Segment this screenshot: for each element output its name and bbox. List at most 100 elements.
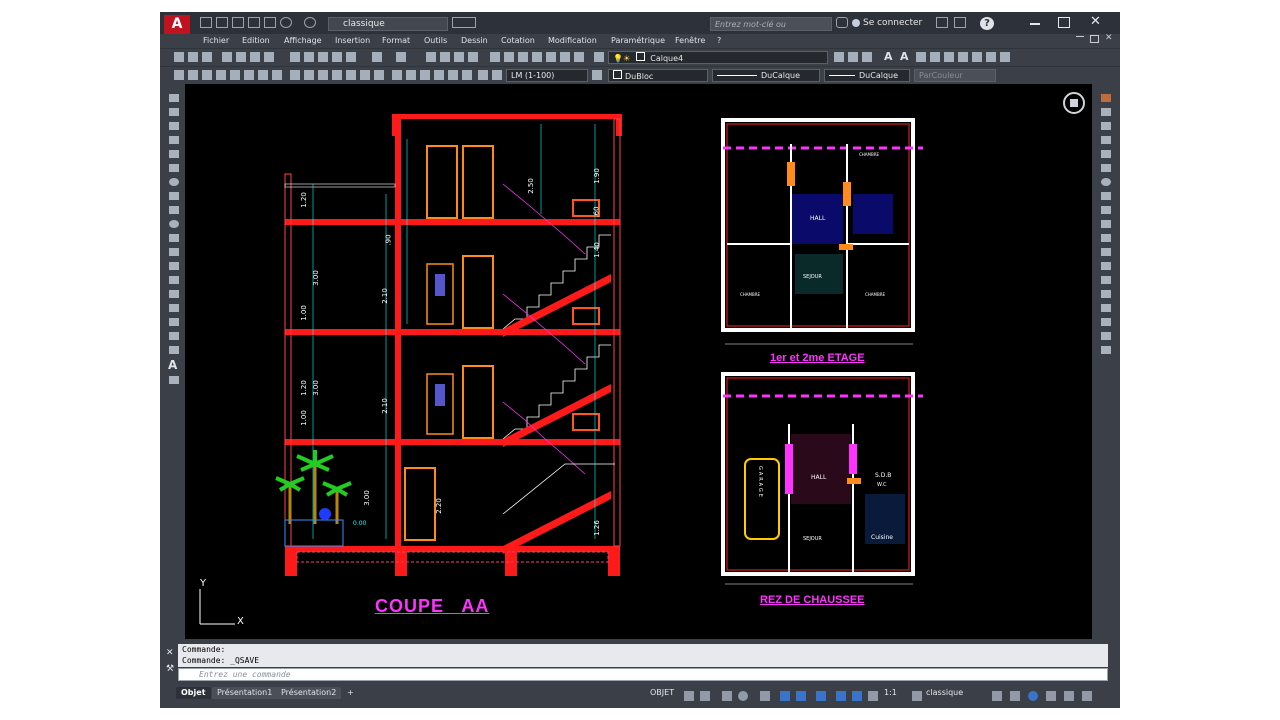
close-icon[interactable]: ✕ xyxy=(1090,14,1101,29)
binoculars-icon[interactable] xyxy=(836,17,848,28)
menu-outils[interactable]: Outils xyxy=(424,35,447,47)
dim-continue-icon[interactable] xyxy=(318,70,328,80)
move-icon[interactable] xyxy=(1101,164,1111,172)
text-convert-icon[interactable] xyxy=(972,52,982,62)
dim-style-icon[interactable] xyxy=(462,70,472,80)
scale-text-icon[interactable] xyxy=(944,52,954,62)
app-logo-icon[interactable]: A xyxy=(164,15,190,35)
hardware-accel-icon[interactable] xyxy=(1046,691,1056,701)
paste-icon[interactable] xyxy=(318,52,328,62)
ellipse-arc-icon[interactable] xyxy=(169,234,179,242)
menu-cotation[interactable]: Cotation xyxy=(501,35,535,47)
zoom-previous-icon[interactable] xyxy=(468,52,478,62)
viewcube-icon[interactable] xyxy=(1063,92,1085,114)
isolate-objects-icon[interactable] xyxy=(1028,691,1038,701)
save-icon[interactable] xyxy=(232,17,244,28)
xline-icon[interactable] xyxy=(169,108,179,116)
stretch-icon[interactable] xyxy=(1101,206,1111,214)
dim-edit-icon[interactable] xyxy=(420,70,430,80)
scale-icon[interactable] xyxy=(1101,192,1111,200)
minimize-icon[interactable] xyxy=(1030,23,1040,25)
blockeditor-icon[interactable] xyxy=(346,52,356,62)
chamfer-icon[interactable] xyxy=(1101,290,1111,298)
selection-cycling-icon[interactable] xyxy=(852,691,862,701)
array-icon[interactable] xyxy=(1101,150,1111,158)
undo-icon[interactable] xyxy=(280,17,292,28)
sheetset-icon[interactable] xyxy=(532,52,542,62)
publish-icon[interactable] xyxy=(250,52,260,62)
menu-format[interactable]: Format xyxy=(382,35,410,47)
exchange-icon[interactable] xyxy=(936,17,948,28)
model-space-label[interactable]: OBJET xyxy=(650,688,674,697)
isodraft-icon[interactable] xyxy=(760,691,770,701)
print-icon[interactable] xyxy=(264,17,276,28)
help-icon[interactable]: ? xyxy=(980,17,994,30)
menu-dessin[interactable]: Dessin xyxy=(461,35,488,47)
erase-icon[interactable] xyxy=(1101,94,1111,102)
lineweight-icon[interactable] xyxy=(816,691,826,701)
layer-state-icon[interactable] xyxy=(862,52,872,62)
text-style-icon[interactable]: A xyxy=(884,50,893,63)
help-icon[interactable] xyxy=(574,52,584,62)
table-icon[interactable] xyxy=(1000,52,1010,62)
calculator-icon[interactable] xyxy=(560,52,570,62)
save-icon[interactable] xyxy=(202,52,212,62)
scale-combo[interactable]: LM (1-100) xyxy=(506,69,588,82)
polar-icon[interactable] xyxy=(478,70,488,80)
dim-override-icon[interactable] xyxy=(592,70,602,80)
lineweight-combo[interactable]: DuCalque xyxy=(824,69,910,82)
mirror-icon[interactable] xyxy=(1101,122,1111,130)
offset-icon[interactable] xyxy=(1101,136,1111,144)
menu-fichier[interactable]: Fichier xyxy=(203,35,229,47)
copy-icon[interactable] xyxy=(304,52,314,62)
hatch-icon[interactable] xyxy=(169,290,179,298)
designcenter-icon[interactable] xyxy=(504,52,514,62)
point-icon[interactable] xyxy=(169,276,179,284)
polygon-icon[interactable] xyxy=(169,136,179,144)
signin-button[interactable]: Se connecter xyxy=(852,17,922,30)
wrench-icon[interactable]: ⚒ xyxy=(166,664,174,674)
mtext-icon[interactable] xyxy=(986,52,996,62)
dim-arc-icon[interactable] xyxy=(202,70,212,80)
customize-icon[interactable] xyxy=(452,17,476,28)
annotation-monitor-icon[interactable] xyxy=(992,691,1002,701)
line-icon[interactable] xyxy=(169,94,179,102)
break-point-icon[interactable] xyxy=(1101,248,1111,256)
wipeout-icon[interactable] xyxy=(169,332,179,340)
trim-icon[interactable] xyxy=(1101,220,1111,228)
dim-radius-icon[interactable] xyxy=(230,70,240,80)
dim-diameter-icon[interactable] xyxy=(258,70,268,80)
menu-affichage[interactable]: Affichage xyxy=(284,35,322,47)
open-icon[interactable] xyxy=(188,52,198,62)
units-icon[interactable] xyxy=(1010,691,1020,701)
rotate-icon[interactable] xyxy=(1101,178,1111,186)
pan-icon[interactable] xyxy=(426,52,436,62)
dim-break-icon[interactable] xyxy=(346,70,356,80)
grid-icon[interactable] xyxy=(684,691,694,701)
tab-layout2[interactable]: Présentation2 xyxy=(276,687,342,699)
ortho-icon[interactable] xyxy=(722,691,732,701)
command-input[interactable]: Entrez une commande xyxy=(178,668,1108,681)
polyline-icon[interactable] xyxy=(169,122,179,130)
markup-icon[interactable] xyxy=(546,52,556,62)
menu-insertion[interactable]: Insertion xyxy=(335,35,370,47)
dim-angular-icon[interactable] xyxy=(272,70,282,80)
extend-icon[interactable] xyxy=(1101,234,1111,242)
properties-icon[interactable] xyxy=(490,52,500,62)
menu-help[interactable]: ? xyxy=(717,35,721,47)
dim-space-icon[interactable] xyxy=(332,70,342,80)
table-icon[interactable] xyxy=(169,346,179,354)
dim-linear-icon[interactable] xyxy=(174,70,184,80)
annotation-scale[interactable]: 1:1 xyxy=(884,688,897,697)
draworder-icon[interactable] xyxy=(1101,346,1111,354)
dim-jogged-icon[interactable] xyxy=(244,70,254,80)
break-icon[interactable] xyxy=(1101,262,1111,270)
menu-parametrique[interactable]: Paramétrique xyxy=(611,35,665,47)
clean-screen-icon[interactable] xyxy=(1064,691,1074,701)
qnew-icon[interactable] xyxy=(174,52,184,62)
tolerance-icon[interactable] xyxy=(360,70,370,80)
join-icon[interactable] xyxy=(1101,276,1111,284)
add-layout-button[interactable]: + xyxy=(342,687,359,699)
fillet-icon[interactable] xyxy=(1101,304,1111,312)
cut-icon[interactable] xyxy=(290,52,300,62)
